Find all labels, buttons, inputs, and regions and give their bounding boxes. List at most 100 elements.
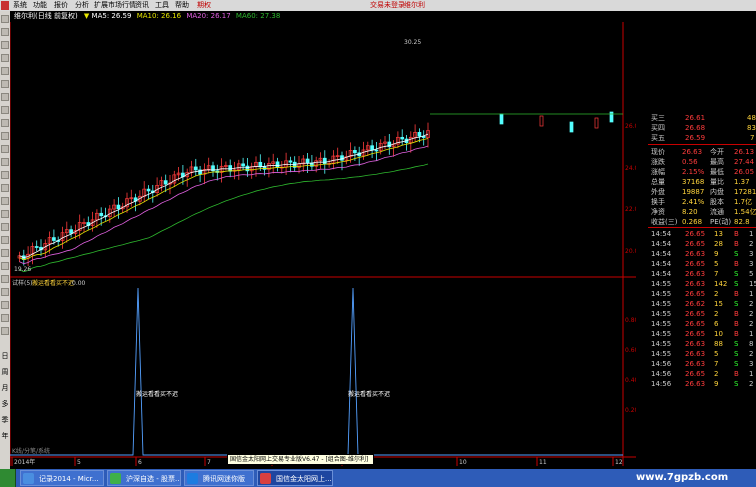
toolbar-button-icon[interactable] [1,262,9,270]
stat-label: 净资 [651,208,665,216]
bottom-info: K线/分笔/系统 [12,447,50,455]
ma60-value: 27.38 [260,12,281,20]
login-status-link[interactable]: 交易未登录 [370,0,405,11]
tick-time: 14:55 [651,290,672,298]
toolbar-button-icon[interactable] [1,28,9,36]
tick-price: 26.65 [685,290,706,298]
toolbar-button-icon[interactable] [1,314,9,322]
moving-average-line [19,145,429,265]
toolbar-button-icon[interactable] [1,301,9,309]
toolbar-button-icon[interactable] [1,236,9,244]
toolbar-button-icon[interactable] [1,171,9,179]
toolbar-button-icon[interactable] [1,67,9,75]
bid-row: 买四 26.68 83 [648,123,756,133]
stat-label: 流通 [710,208,724,216]
toolbar-button-icon[interactable] [1,132,9,140]
tick-vol: 2 [714,370,719,378]
toolbar-button-icon[interactable] [1,119,9,127]
period-week[interactable]: 周 [1,367,9,377]
tick-side: B [734,230,739,238]
trading-app-window: 系统 功能 报价 分析 扩展市场行情 资讯 工具 帮助 期权 交易未登录 维尔利 [0,0,756,487]
period-multi[interactable]: 多 [1,399,9,409]
toolbar-button-icon[interactable] [1,327,9,335]
kline-chart[interactable]: 26.00 24.00 22.00 20.00 0.80 0.60 0.40 0.20 20… [10,22,636,466]
tick-row: 14:55 26.63 88 S 8 [648,339,756,349]
menu-item-news[interactable]: 资讯 [135,0,149,11]
tick-side: B [734,290,739,298]
tick-side: S [734,280,739,288]
stock-name-link[interactable]: 维尔利 [404,0,425,11]
ma5-value: 26.59 [111,12,132,20]
menu-item-extended-market[interactable]: 扩展市场行情 [94,0,136,11]
trading-app-icon [260,473,271,484]
tick-vol: 2 [714,310,719,318]
task-stock-list[interactable]: 沪深自选 - 股票... [107,470,181,486]
period-day[interactable]: 日 [1,351,9,361]
ma-info-line: 维尔利(日线 前复权) ▼ MA5: 26.59 MA10: 26.16 MA2… [14,12,280,21]
menu-item-system[interactable]: 系统 [13,0,27,11]
tencent-icon [187,473,198,484]
toolbar-button-icon[interactable] [1,41,9,49]
stat-label: 涨幅 [651,168,665,176]
menu-item-help[interactable]: 帮助 [175,0,189,11]
candle-body [146,188,151,192]
menu-item-tools[interactable]: 工具 [155,0,169,11]
toolbar-button-icon[interactable] [1,145,9,153]
candle-body [539,115,544,127]
ma10-label: MA10: [136,12,159,20]
toolbar-button-icon[interactable] [1,158,9,166]
candle-body [569,121,574,133]
tick-side: S [734,340,739,348]
start-button[interactable] [0,469,16,487]
task-trading-app[interactable]: 国信金太阳网上... [257,470,333,486]
tick-vol: 15 [714,300,723,308]
indicator-axis-label: 0.20 [625,407,636,414]
tick-count: 2 [749,240,754,248]
stock-title: 维尔利(日线 前复权) [14,12,78,20]
toolbar-button-icon[interactable] [1,93,9,101]
menu-item-analysis[interactable]: 分析 [75,0,89,11]
task-notepad[interactable]: 记录2014 - Micr... [20,470,104,486]
tick-time: 14:54 [651,230,672,238]
candle-body [374,149,379,152]
tick-count: 2 [749,300,754,308]
stat-value: 27.44 [734,158,755,166]
toolbar-button-icon[interactable] [1,275,9,283]
menu-item-quote[interactable]: 报价 [54,0,68,11]
period-year[interactable]: 年 [1,431,9,441]
toolbar-button-icon[interactable] [1,106,9,114]
indicator-axis-label: 0.40 [625,377,636,384]
toolbar-button-icon[interactable] [1,54,9,62]
candle-body [34,246,39,248]
stat-value: 2.41% [682,198,705,206]
toolbar-button-icon[interactable] [1,210,9,218]
stat-value: 8.20 [682,208,698,216]
tick-time: 14:55 [651,300,672,308]
toolbar-button-icon[interactable] [1,184,9,192]
indicator-name: 搬运看看买不迟 [32,279,74,287]
period-season[interactable]: 季 [1,415,9,425]
toolbar-button-icon[interactable] [1,249,9,257]
tick-vol: 7 [714,360,719,368]
tick-side: S [734,270,739,278]
candle-body [275,161,280,168]
tick-price: 26.63 [685,340,706,348]
tick-row: 14:54 26.63 7 S 5 [648,269,756,279]
toolbar-button-icon[interactable] [1,80,9,88]
period-month[interactable]: 月 [1,383,9,393]
toolbar-button-icon[interactable] [1,197,9,205]
task-tencent[interactable]: 腾讯网迷你版 [184,470,254,486]
menu-item-options[interactable]: 期权 [197,0,211,11]
tick-time: 14:55 [651,340,672,348]
toolbar-button-icon[interactable] [1,223,9,231]
toolbar-button-icon[interactable] [1,288,9,296]
tick-row: 14:55 26.62 15 S 2 [648,299,756,309]
toolbar-button-icon[interactable] [1,15,9,23]
tick-time: 14:54 [651,250,672,258]
menu-item-function[interactable]: 功能 [33,0,47,11]
tick-row: 14:54 26.65 5 B 3 [648,259,756,269]
divider [648,227,756,228]
task-label: 腾讯网迷你版 [203,475,245,483]
tick-price: 26.63 [685,250,706,258]
tick-row: 14:54 26.63 9 S 3 [648,249,756,259]
